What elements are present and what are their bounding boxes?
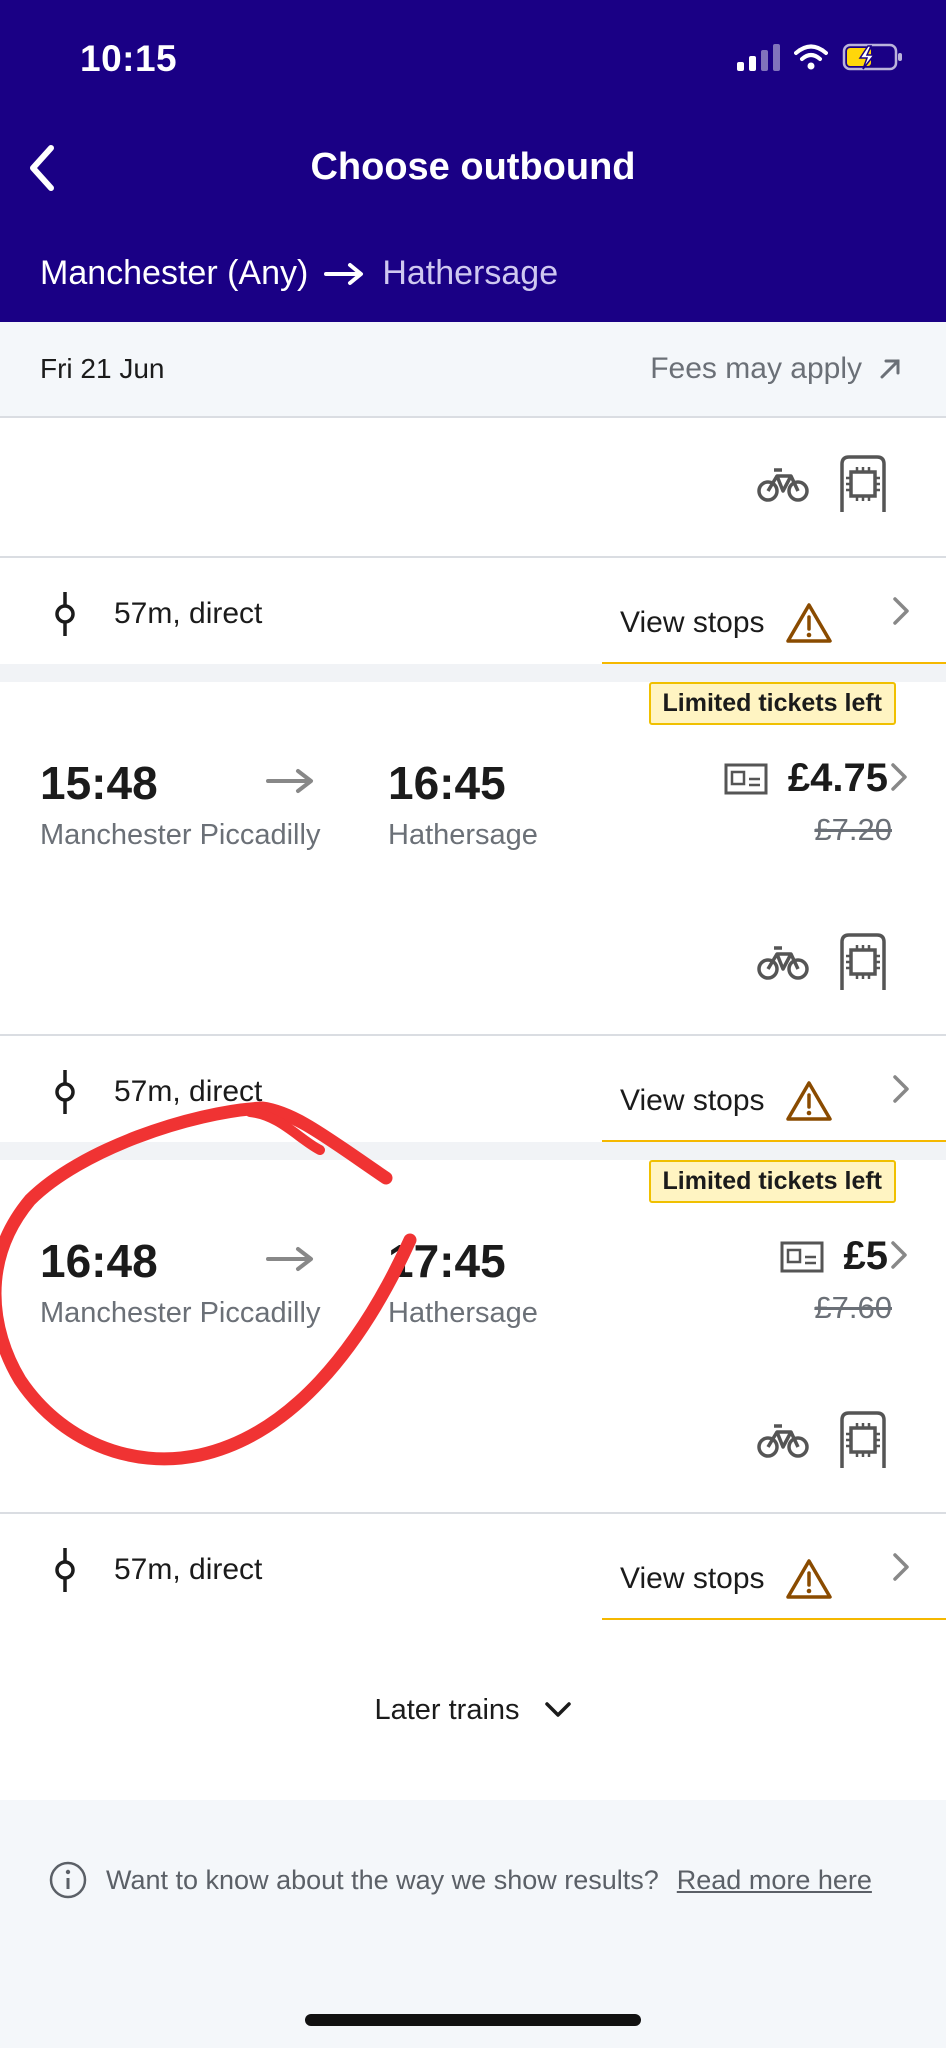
chevron-right-icon: [893, 1553, 909, 1581]
bicycle-icon: [757, 468, 809, 502]
original-price: £7.60: [814, 1290, 892, 1325]
arrival-station: Hathersage: [388, 1297, 538, 1329]
departure-station: Manchester Piccadilly: [40, 1297, 321, 1329]
battery-icon: [842, 43, 902, 71]
power-socket-icon: [840, 1411, 886, 1468]
duration-text: 57m, direct: [114, 1553, 263, 1586]
arrow-right-icon: [266, 769, 313, 793]
read-more-link[interactable]: Read more here: [677, 1865, 872, 1896]
cellular-signal-icon: [737, 43, 780, 71]
info-icon: [49, 1861, 87, 1899]
duration-text: 57m, direct: [114, 597, 263, 630]
later-trains-label: Later trains: [374, 1693, 520, 1726]
destination-label: Hathersage: [382, 254, 559, 292]
view-stops-label: View stops: [620, 1084, 765, 1117]
fees-link[interactable]: Fees may apply: [650, 352, 902, 386]
later-trains-button[interactable]: Later trains: [0, 1620, 946, 1800]
arrival-station: Hathersage: [388, 819, 538, 851]
fees-label: Fees may apply: [650, 352, 862, 385]
arrival-time: 17:45: [388, 1235, 506, 1287]
journey-card[interactable]: Limited tickets left 16:48 Manchester Pi…: [0, 1160, 946, 1512]
wifi-icon: [794, 44, 828, 70]
power-socket-icon: [840, 933, 886, 990]
original-price: £7.20: [814, 812, 892, 847]
bicycle-icon: [757, 1424, 809, 1458]
duration-text: 57m, direct: [114, 1075, 263, 1108]
price-value: £5: [843, 1234, 889, 1278]
journey-duration: 57m, direct: [54, 1548, 262, 1592]
warning-icon: [785, 1559, 832, 1599]
external-link-icon: [880, 359, 900, 379]
view-stops-label: View stops: [620, 606, 765, 639]
arrow-right-icon: [324, 262, 364, 285]
amenities: [756, 932, 888, 992]
origin-label: Manchester (Any): [40, 254, 309, 292]
arrival-time: 16:45: [388, 757, 506, 809]
amenities: [756, 1410, 888, 1470]
view-stops-button[interactable]: View stops: [602, 584, 946, 666]
home-indicator[interactable]: [305, 2014, 641, 2026]
journey-duration: 57m, direct: [54, 592, 262, 636]
fare-price: £5: [780, 1234, 889, 1279]
results-info: Want to know about the way we show resul…: [48, 1860, 872, 1900]
chevron-right-icon: [893, 597, 909, 625]
railcard-icon: [780, 1241, 823, 1272]
power-socket-icon: [840, 455, 886, 512]
railcard-icon: [724, 763, 768, 794]
warning-icon: [785, 603, 832, 643]
route-summary: Manchester (Any) Hathersage: [40, 254, 558, 293]
info-text: Want to know about the way we show resul…: [106, 1864, 659, 1895]
travel-date: Fri 21 Jun: [40, 353, 165, 384]
departure-time: 16:48: [40, 1235, 158, 1287]
price-value: £4.75: [787, 756, 888, 800]
journey-card[interactable]: Limited tickets left 15:48 Manchester Pi…: [0, 682, 946, 1034]
chevron-right-icon: [893, 1075, 909, 1103]
limited-tickets-badge: Limited tickets left: [648, 1160, 896, 1203]
departure-station: Manchester Piccadilly: [40, 819, 321, 851]
app-header: 10:15 Choose outbound Manchester (Any) H…: [0, 0, 946, 322]
page-title: Choose outbound: [310, 146, 636, 188]
chevron-right-icon: [891, 763, 907, 791]
bicycle-icon: [757, 946, 809, 980]
route-direct-icon: [55, 1548, 75, 1592]
card-separator: [0, 1142, 946, 1160]
journey-details-row: 57m, direct View stops: [0, 1034, 946, 1144]
view-stops-button[interactable]: View stops: [602, 1062, 946, 1144]
chevron-down-icon: [544, 1702, 571, 1717]
journey-card[interactable]: [0, 420, 946, 556]
warning-icon: [785, 1081, 832, 1121]
journey-details-row: 57m, direct View stops: [0, 556, 946, 666]
departure-time: 15:48: [40, 757, 158, 809]
journey-duration: 57m, direct: [54, 1070, 262, 1114]
amenities: [756, 454, 888, 514]
route-direct-icon: [55, 1070, 75, 1114]
route-direct-icon: [55, 592, 75, 636]
card-separator: [0, 664, 946, 682]
results-info-footer: Want to know about the way we show resul…: [0, 1800, 946, 2048]
fare-price: £4.75: [724, 756, 888, 801]
chevron-right-icon: [891, 1241, 907, 1269]
date-bar: Fri 21 Jun Fees may apply: [0, 322, 946, 418]
status-time: 10:15: [80, 38, 178, 79]
journey-details-row: 57m, direct View stops: [0, 1512, 946, 1622]
status-icons: [737, 42, 904, 72]
arrow-right-icon: [266, 1247, 313, 1271]
view-stops-label: View stops: [620, 1562, 765, 1595]
limited-tickets-badge: Limited tickets left: [648, 682, 896, 725]
view-stops-button[interactable]: View stops: [602, 1540, 946, 1622]
